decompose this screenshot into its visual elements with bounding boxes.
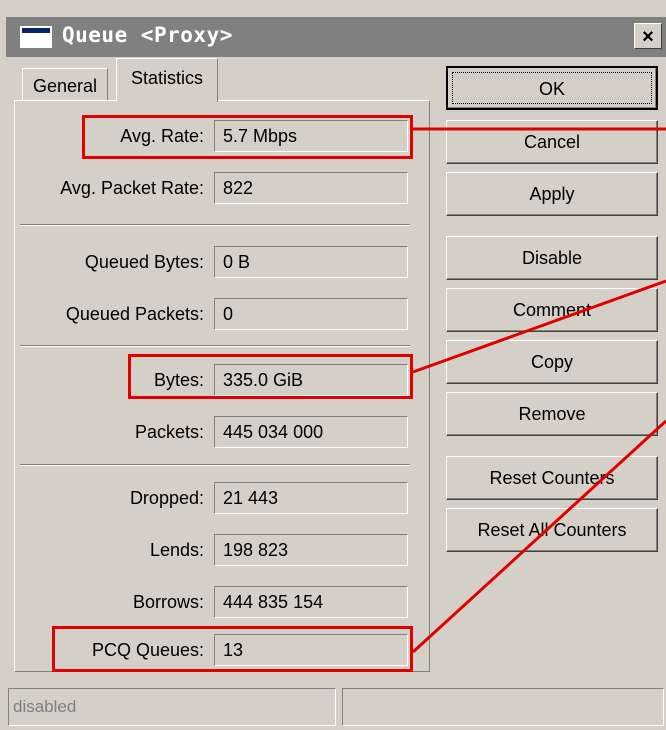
comment-button[interactable]: Comment [446, 288, 658, 332]
stat-label: Queued Packets: [65, 304, 204, 324]
separator [20, 464, 410, 466]
stat-row-avg-rate: Avg. Rate: 5.7 Mbps [0, 120, 410, 156]
stat-label: Bytes: [153, 370, 204, 390]
ok-button-label: OK [538, 79, 565, 99]
queue-dialog: Queue <Proxy> × General Statistics Avg. … [0, 0, 666, 730]
stat-row-lends: Lends: 198 823 [0, 534, 410, 570]
stat-row-dropped: Dropped: 21 443 [0, 482, 410, 518]
stat-label: Avg. Rate: [120, 126, 204, 146]
stat-value-borrows: 444 835 154 [214, 586, 408, 618]
stat-row-bytes: Bytes: 335.0 GiB [0, 364, 410, 400]
stat-label: Lends: [149, 540, 204, 560]
disable-button[interactable]: Disable [446, 236, 658, 280]
remove-button[interactable]: Remove [446, 392, 658, 436]
stat-row-packets: Packets: 445 034 000 [0, 416, 410, 452]
separator [20, 345, 410, 347]
window-title: Queue <Proxy> [62, 23, 233, 47]
stat-value-queued-packets: 0 [214, 298, 408, 330]
apply-button[interactable]: Apply [446, 172, 658, 216]
window-icon [20, 26, 52, 48]
stat-value-dropped: 21 443 [214, 482, 408, 514]
status-panel [342, 688, 664, 726]
stat-row-borrows: Borrows: 444 835 154 [0, 586, 410, 622]
close-icon[interactable]: × [634, 23, 662, 49]
stat-value-bytes: 335.0 GiB [214, 364, 408, 396]
stat-value-avg-packet-rate: 822 [214, 172, 408, 204]
tab-general[interactable]: General [22, 68, 109, 102]
status-text: disabled [8, 688, 336, 726]
stat-value-pcq-queues: 13 [214, 634, 408, 666]
stat-label: Queued Bytes: [84, 252, 204, 272]
stat-value-packets: 445 034 000 [214, 416, 408, 448]
stat-value-avg-rate: 5.7 Mbps [214, 120, 408, 152]
title-bar[interactable]: Queue <Proxy> × [6, 17, 666, 57]
stat-row-pcq-queues: PCQ Queues: 13 [0, 634, 410, 670]
stat-value-lends: 198 823 [214, 534, 408, 566]
stat-label: Avg. Packet Rate: [60, 178, 204, 198]
stat-label: PCQ Queues: [91, 640, 204, 660]
reset-counters-button[interactable]: Reset Counters [446, 456, 658, 500]
cancel-button[interactable]: Cancel [446, 120, 658, 164]
stat-row-queued-bytes: Queued Bytes: 0 B [0, 246, 410, 282]
tab-statistics[interactable]: Statistics [116, 58, 219, 102]
stat-label: Borrows: [132, 592, 204, 612]
separator [20, 224, 410, 226]
stat-row-avg-packet-rate: Avg. Packet Rate: 822 [0, 172, 410, 208]
ok-button[interactable]: OK [446, 66, 658, 110]
stat-label: Dropped: [129, 488, 204, 508]
copy-button[interactable]: Copy [446, 340, 658, 384]
stat-label: Packets: [134, 422, 204, 442]
reset-all-counters-button[interactable]: Reset All Counters [446, 508, 658, 552]
stat-value-queued-bytes: 0 B [214, 246, 408, 278]
stat-row-queued-packets: Queued Packets: 0 [0, 298, 410, 334]
